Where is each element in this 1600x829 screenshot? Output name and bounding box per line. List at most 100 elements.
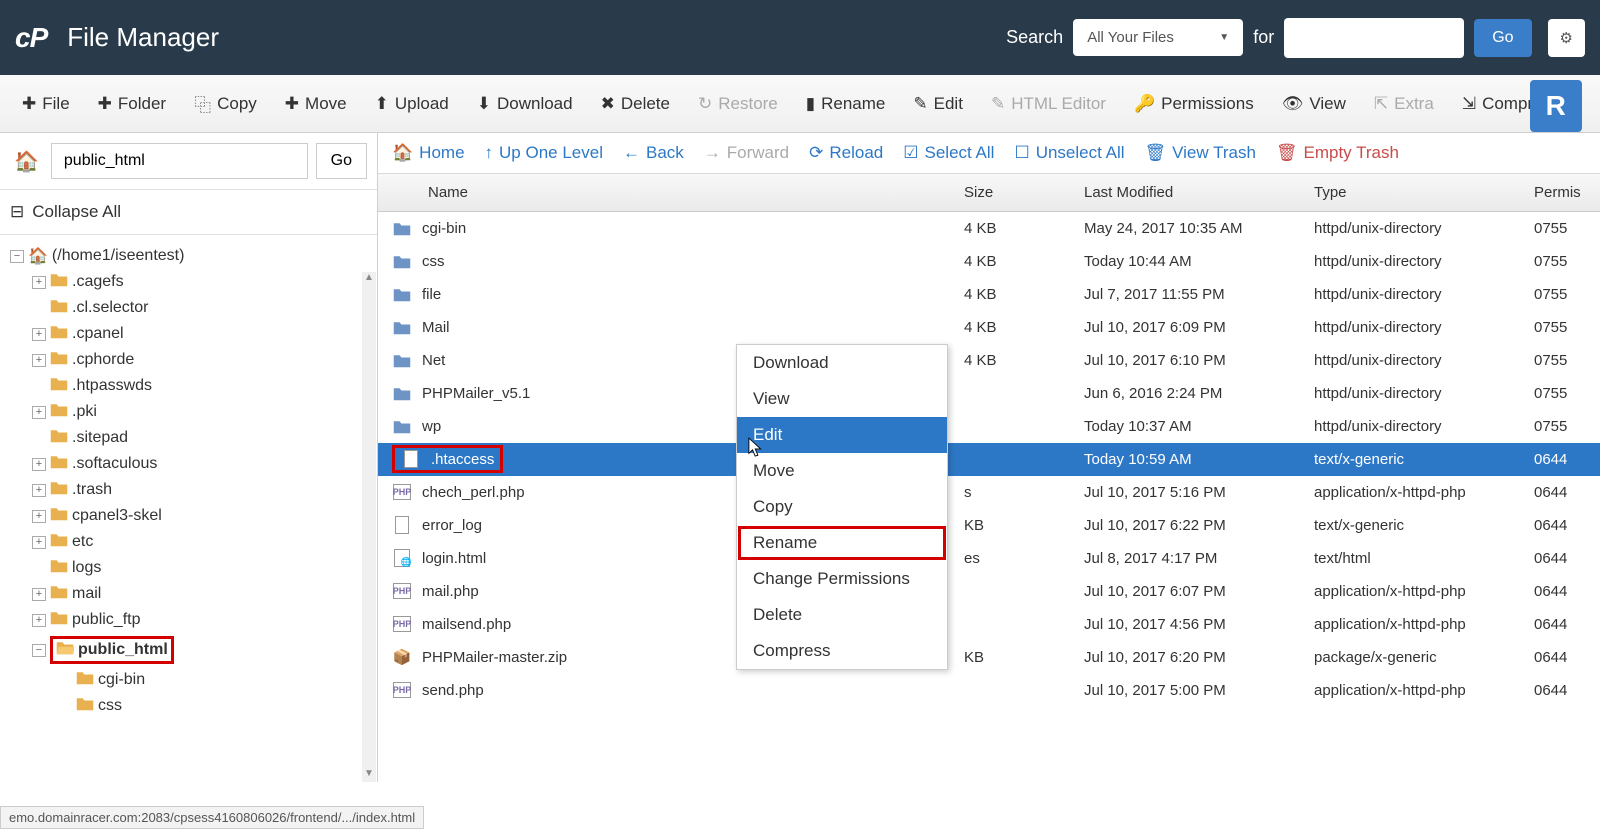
search-go-button[interactable]: Go [1474, 19, 1531, 57]
col-permissions[interactable]: Permis [1520, 174, 1600, 211]
context-menu-item[interactable]: Copy [737, 489, 947, 525]
search-input[interactable] [1284, 18, 1464, 58]
expander-icon[interactable]: + [32, 276, 46, 289]
home-button[interactable]: 🏠Home [392, 143, 465, 163]
tree-scrollbar[interactable]: ▲ ▼ [362, 272, 376, 782]
search-scope-select[interactable]: All Your Files ▼ [1073, 19, 1243, 56]
tree-node[interactable]: .sitepad [4, 425, 373, 451]
context-menu-item[interactable]: Edit [737, 417, 947, 453]
tree-node[interactable]: +etc [4, 529, 373, 555]
home-icon-button[interactable]: 🏠 [10, 145, 43, 178]
expander-icon[interactable]: + [32, 484, 46, 497]
back-button[interactable]: ←Back [623, 143, 684, 163]
tree-node[interactable]: +public_ftp [4, 607, 373, 633]
folder-icon [50, 610, 68, 630]
rename-button[interactable]: ▮Rename [794, 83, 898, 124]
file-row[interactable]: cgi-bin 4 KB May 24, 2017 10:35 AM httpd… [378, 212, 1600, 245]
file-row[interactable]: 📦PHPMailer-master.zip KB Jul 10, 2017 6:… [378, 641, 1600, 674]
expander-icon[interactable]: + [32, 510, 46, 523]
file-type: httpd/unix-directory [1300, 280, 1520, 309]
view-trash-button[interactable]: 🗑View Trash [1145, 143, 1256, 163]
expander-icon[interactable]: − [32, 644, 46, 657]
col-size[interactable]: Size [950, 174, 1070, 211]
context-menu-item[interactable]: Delete [737, 597, 947, 633]
tree-node[interactable]: +.softaculous [4, 451, 373, 477]
file-row[interactable]: PHPmailsend.php Jul 10, 2017 4:56 PM app… [378, 608, 1600, 641]
copy-button[interactable]: ⿻Copy [182, 83, 269, 124]
collapse-all-button[interactable]: ⊟ Collapse All [0, 190, 377, 235]
edit-button[interactable]: ✎Edit [901, 83, 975, 124]
file-row[interactable]: file 4 KB Jul 7, 2017 11:55 PM httpd/uni… [378, 278, 1600, 311]
tree-root[interactable]: − 🏠 (/home1/iseentest) [4, 243, 373, 269]
path-input[interactable] [51, 143, 308, 179]
tree-node[interactable]: .htpasswds [4, 373, 373, 399]
expander-icon[interactable]: + [32, 588, 46, 601]
tree-node[interactable]: +cpanel3-skel [4, 503, 373, 529]
extract-button[interactable]: ⇱Extra [1362, 83, 1446, 124]
upload-button[interactable]: ⬆Upload [363, 83, 461, 124]
trash-icon: 🗑 [1145, 143, 1167, 163]
tree-node[interactable]: +mail [4, 581, 373, 607]
path-go-button[interactable]: Go [316, 143, 367, 179]
permissions-button[interactable]: 🔑Permissions [1122, 83, 1266, 124]
expander-icon[interactable]: + [32, 354, 46, 367]
tree-node[interactable]: css [4, 693, 373, 719]
file-size [950, 684, 1070, 696]
expander-icon[interactable]: + [32, 614, 46, 627]
file-row[interactable]: error_log KB Jul 10, 2017 6:22 PM text/x… [378, 509, 1600, 542]
file-size: 4 KB [950, 280, 1070, 309]
context-menu-item[interactable]: Move [737, 453, 947, 489]
restore-button[interactable]: ↻Restore [686, 83, 790, 124]
file-button[interactable]: ✚File [10, 83, 82, 124]
file-type: application/x-httpd-php [1300, 478, 1520, 507]
file-row[interactable]: Mail 4 KB Jul 10, 2017 6:09 PM httpd/uni… [378, 311, 1600, 344]
file-row[interactable]: login.html es Jul 8, 2017 4:17 PM text/h… [378, 542, 1600, 575]
col-modified[interactable]: Last Modified [1070, 174, 1300, 211]
col-name[interactable]: Name [378, 174, 950, 211]
view-button[interactable]: 👁View [1270, 83, 1358, 124]
file-row[interactable]: PHPchech_perl.php s Jul 10, 2017 5:16 PM… [378, 476, 1600, 509]
expander-icon[interactable]: − [10, 250, 24, 263]
expander-icon[interactable]: + [32, 458, 46, 471]
context-menu-item[interactable]: View [737, 381, 947, 417]
file-row[interactable]: PHPMailer_v5.1 Jun 6, 2016 2:24 PM httpd… [378, 377, 1600, 410]
file-row[interactable]: css 4 KB Today 10:44 AM httpd/unix-direc… [378, 245, 1600, 278]
unselect-all-button[interactable]: ☐Unselect All [1014, 143, 1124, 163]
key-icon: 🔑 [1134, 94, 1155, 114]
file-row[interactable]: .htaccess Today 10:59 AM text/x-generic … [378, 443, 1600, 476]
tree-node[interactable]: +.cphorde [4, 347, 373, 373]
col-type[interactable]: Type [1300, 174, 1520, 211]
file-row[interactable]: Net 4 KB Jul 10, 2017 6:10 PM httpd/unix… [378, 344, 1600, 377]
move-button[interactable]: ✚Move [273, 83, 359, 124]
reload-button[interactable]: ⟳Reload [809, 143, 883, 163]
delete-button[interactable]: ✖Delete [589, 83, 682, 124]
folder-icon [50, 324, 68, 344]
context-menu-item[interactable]: Change Permissions [737, 561, 947, 597]
context-menu-item[interactable]: Compress [737, 633, 947, 669]
folder-button[interactable]: ✚Folder [86, 83, 178, 124]
tree-node[interactable]: −public_html [4, 633, 373, 667]
file-type: package/x-generic [1300, 643, 1520, 672]
tree-node[interactable]: logs [4, 555, 373, 581]
file-row[interactable]: PHPsend.php Jul 10, 2017 5:00 PM applica… [378, 674, 1600, 707]
html-editor-button[interactable]: ✎HTML Editor [979, 83, 1118, 124]
expander-icon[interactable]: + [32, 328, 46, 341]
up-button[interactable]: ↑Up One Level [485, 143, 603, 163]
tree-node[interactable]: +.trash [4, 477, 373, 503]
tree-node[interactable]: +.cpanel [4, 321, 373, 347]
expander-icon[interactable]: + [32, 536, 46, 549]
empty-trash-button[interactable]: 🗑Empty Trash [1276, 143, 1399, 163]
file-row[interactable]: PHPmail.php Jul 10, 2017 6:07 PM applica… [378, 575, 1600, 608]
tree-node[interactable]: +.cagefs [4, 269, 373, 295]
download-button[interactable]: ⬇Download [465, 83, 585, 124]
folder-tree: − 🏠 (/home1/iseentest) +.cagefs.cl.selec… [0, 235, 377, 782]
forward-button[interactable]: →Forward [704, 143, 789, 163]
context-menu-item[interactable]: Rename [737, 525, 947, 561]
context-menu-item[interactable]: Download [737, 345, 947, 381]
expander-icon[interactable]: + [32, 406, 46, 419]
tree-node[interactable]: +.pki [4, 399, 373, 425]
select-all-button[interactable]: ☑Select All [903, 143, 994, 163]
tree-node[interactable]: cgi-bin [4, 667, 373, 693]
tree-node[interactable]: .cl.selector [4, 295, 373, 321]
settings-button[interactable]: ⚙ [1548, 19, 1585, 57]
